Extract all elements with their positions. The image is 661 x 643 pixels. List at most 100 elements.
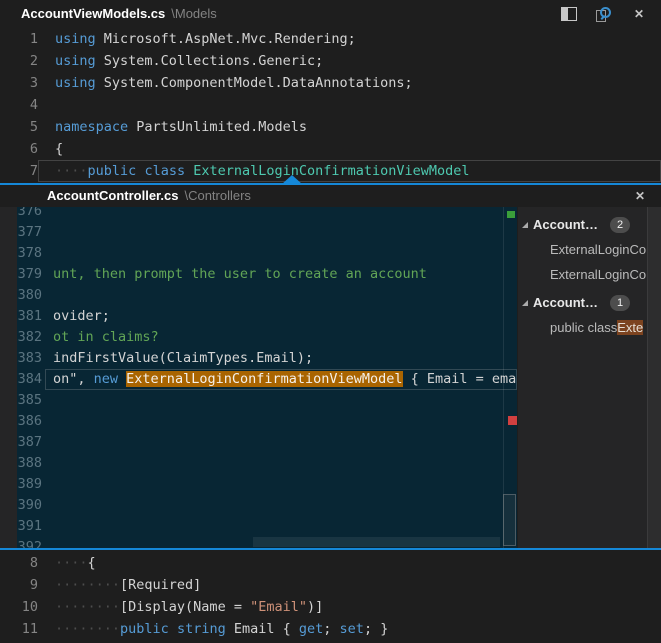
- collapse-twistie-icon[interactable]: [522, 300, 528, 306]
- collapse-twistie-icon[interactable]: [522, 222, 528, 228]
- code-line[interactable]: 380: [0, 285, 517, 306]
- code-line[interactable]: 381ovider;: [0, 306, 517, 327]
- code-line[interactable]: 389: [0, 474, 517, 495]
- code-token: [118, 371, 126, 387]
- code-token: ········: [55, 621, 120, 637]
- code-token: {: [88, 555, 96, 571]
- line-content: ········public string Email { get; set; …: [38, 618, 661, 640]
- editor-tab-title[interactable]: AccountViewModels.cs\Models: [0, 5, 217, 23]
- result-match-row[interactable]: ExternalLoginCo: [518, 262, 661, 287]
- code-line[interactable]: 7····public class ExternalLoginConfirmat…: [0, 160, 661, 182]
- editor-code-top[interactable]: 1using Microsoft.AspNet.Mvc.Rendering;2u…: [0, 28, 661, 183]
- result-file-label: Account…: [533, 295, 598, 310]
- line-content: [45, 207, 517, 222]
- code-token: )]: [307, 599, 323, 615]
- line-content: using System.ComponentModel.DataAnnotati…: [38, 72, 661, 94]
- code-line[interactable]: 11········public string Email { get; set…: [0, 618, 661, 640]
- code-token: Email {: [226, 621, 299, 637]
- code-token: PartsUnlimited.Models: [128, 119, 307, 135]
- code-token: public: [88, 163, 137, 179]
- code-token: set: [340, 621, 364, 637]
- code-line[interactable]: 1using Microsoft.AspNet.Mvc.Rendering;: [0, 28, 661, 50]
- line-content: ovider;: [45, 306, 517, 327]
- code-token: [Display(Name =: [120, 599, 250, 615]
- editor-code-bottom[interactable]: 8····{9········[Required]10········[Disp…: [0, 550, 661, 643]
- peek-horizontal-scrollbar[interactable]: [253, 537, 500, 547]
- code-token: using: [55, 53, 96, 69]
- code-token: System.ComponentModel.DataAnnotations;: [96, 75, 413, 91]
- code-token: using: [55, 31, 96, 47]
- code-line[interactable]: 5namespace PartsUnlimited.Models: [0, 116, 661, 138]
- code-line[interactable]: 376: [0, 207, 517, 222]
- match-prefix: public class: [550, 320, 617, 335]
- peek-vertical-scrollbar[interactable]: [503, 494, 516, 546]
- code-token: indFirstValue(ClaimTypes.Email);: [53, 350, 313, 366]
- match-highlight: ExternalLoginConfirmationViewModel: [126, 371, 402, 387]
- editor-title-bar: AccountViewModels.cs\Models ✕: [0, 0, 661, 28]
- result-match-row[interactable]: public class Exte: [518, 315, 661, 340]
- code-token: ot in claims?: [53, 329, 159, 345]
- result-file-row[interactable]: Account… 2: [518, 212, 661, 237]
- match-count-badge: 2: [610, 217, 630, 233]
- code-token: ········: [55, 599, 120, 615]
- code-line[interactable]: 382ot in claims?: [0, 327, 517, 348]
- line-number: 6: [0, 138, 38, 160]
- peek-close-button[interactable]: ✕: [635, 185, 645, 207]
- match-text: ExternalLoginCo: [550, 267, 646, 282]
- code-line[interactable]: 378: [0, 243, 517, 264]
- match-text: ExternalLoginCo: [550, 242, 646, 257]
- code-token: [185, 163, 193, 179]
- code-line[interactable]: 4: [0, 94, 661, 116]
- line-content: [45, 516, 517, 537]
- line-content: [45, 453, 517, 474]
- code-line[interactable]: 390: [0, 495, 517, 516]
- code-line[interactable]: 388: [0, 453, 517, 474]
- code-token: ····: [55, 555, 88, 571]
- code-line[interactable]: 377: [0, 222, 517, 243]
- line-content: [38, 94, 661, 116]
- code-line[interactable]: 386: [0, 411, 517, 432]
- code-token: [Required]: [120, 577, 201, 593]
- split-editor-button[interactable]: [560, 6, 578, 22]
- peek-glyph-margin: [0, 207, 17, 548]
- code-line[interactable]: 379unt, then prompt the user to create a…: [0, 264, 517, 285]
- open-preview-button[interactable]: [595, 6, 613, 22]
- line-content: indFirstValue(ClaimTypes.Email);: [45, 348, 517, 369]
- line-number: 4: [0, 94, 38, 116]
- line-number: 8: [0, 552, 38, 574]
- line-content: ········[Required]: [38, 574, 661, 596]
- code-line[interactable]: 387: [0, 432, 517, 453]
- code-line[interactable]: 383indFirstValue(ClaimTypes.Email);: [0, 348, 517, 369]
- line-content: [45, 222, 517, 243]
- code-line[interactable]: 391: [0, 516, 517, 537]
- match-count-badge: 1: [610, 295, 630, 311]
- line-content: [45, 432, 517, 453]
- open-preview-icon: [596, 7, 612, 22]
- code-token: Microsoft.AspNet.Mvc.Rendering;: [96, 31, 356, 47]
- code-token: ; }: [364, 621, 388, 637]
- close-editor-button[interactable]: ✕: [630, 6, 648, 22]
- code-line[interactable]: 3using System.ComponentModel.DataAnnotat…: [0, 72, 661, 94]
- code-line[interactable]: 6{: [0, 138, 661, 160]
- line-content: ········[Display(Name = "Email")]: [38, 596, 661, 618]
- code-line[interactable]: 10········[Display(Name = "Email")]: [0, 596, 661, 618]
- code-line[interactable]: 384on", new ExternalLoginConfirmationVie…: [0, 369, 517, 390]
- code-token: [169, 621, 177, 637]
- code-line[interactable]: 8 ····{: [0, 552, 661, 574]
- results-scrollbar[interactable]: [647, 207, 661, 548]
- result-match-row[interactable]: ExternalLoginCo: [518, 237, 661, 262]
- code-token: ········: [55, 577, 120, 593]
- code-line[interactable]: 9········[Required]: [0, 574, 661, 596]
- result-file-row[interactable]: Account… 1: [518, 290, 661, 315]
- peek-title: AccountController.cs\Controllers: [0, 187, 251, 205]
- line-content: [45, 495, 517, 516]
- code-line[interactable]: 385: [0, 390, 517, 411]
- line-number: 11: [0, 618, 38, 640]
- result-file-label: Account…: [533, 217, 598, 232]
- line-number: 10: [0, 596, 38, 618]
- code-token: using: [55, 75, 96, 91]
- line-content: using Microsoft.AspNet.Mvc.Rendering;: [38, 28, 661, 50]
- peek-editor[interactable]: 376377378379unt, then prompt the user to…: [0, 207, 517, 548]
- code-line[interactable]: 2using System.Collections.Generic;: [0, 50, 661, 72]
- line-content: [45, 243, 517, 264]
